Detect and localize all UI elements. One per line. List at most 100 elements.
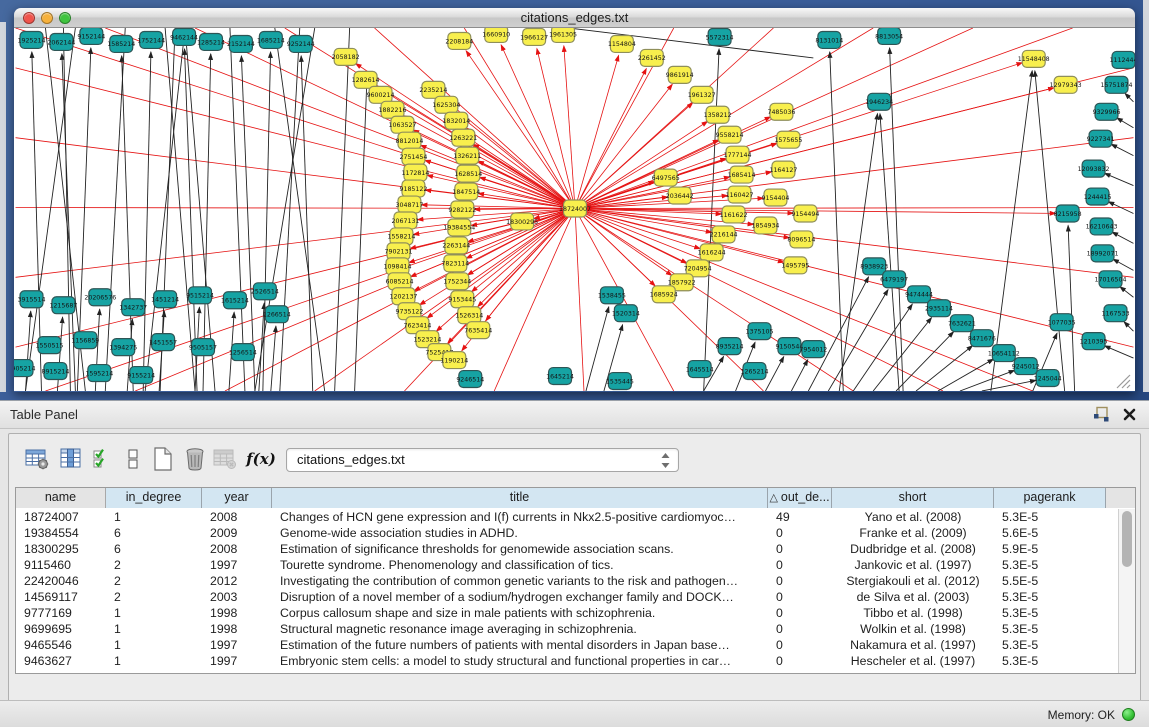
graph-node[interactable]: 1077035 — [1048, 314, 1076, 331]
select-columns-icon[interactable] — [57, 444, 85, 474]
graph-node[interactable]: 19384554 — [443, 219, 475, 236]
graph-node[interactable]: 9505157 — [189, 339, 217, 356]
graph-node[interactable]: 1154804 — [608, 35, 636, 52]
column-header-title[interactable]: title — [272, 488, 768, 508]
graph-node[interactable]: 1925214 — [18, 31, 46, 48]
graph-node[interactable]: 18992071 — [1087, 245, 1119, 262]
graph-node[interactable]: 1520314 — [612, 305, 640, 322]
graph-node[interactable]: 9246514 — [456, 371, 484, 388]
graph-node[interactable]: 1245044 — [1034, 370, 1062, 387]
graph-node[interactable]: 2261452 — [638, 49, 666, 66]
graph-node[interactable]: 1685924 — [650, 286, 678, 303]
column-header-in_degree[interactable]: in_degree — [106, 488, 202, 508]
memory-status-indicator-icon[interactable] — [1122, 708, 1135, 721]
graph-node[interactable]: 8935214 — [716, 338, 744, 355]
graph-node[interactable]: 15751874 — [1101, 76, 1133, 93]
graph-node[interactable]: 1358212 — [704, 106, 732, 123]
graph-node[interactable]: 8096514 — [787, 231, 815, 248]
graph-node[interactable]: 1256514 — [229, 344, 257, 361]
close-panel-icon[interactable] — [1122, 407, 1137, 422]
graph-node[interactable]: 1645214 — [546, 368, 574, 385]
graph-node[interactable]: 9329966 — [1093, 103, 1121, 120]
graph-node[interactable]: 1326211 — [453, 147, 481, 164]
graph-node[interactable]: 16210643 — [1086, 218, 1118, 235]
graph-node[interactable]: 9252144 — [287, 35, 315, 52]
table-row[interactable]: 1872400712008Changes of HCN gene express… — [16, 509, 1118, 525]
graph-node[interactable]: 2036442 — [666, 187, 694, 204]
graph-node[interactable]: 9282122 — [448, 201, 476, 218]
graph-node[interactable]: 1190214 — [440, 352, 468, 369]
graph-node[interactable]: 1595214 — [85, 365, 113, 382]
graph-node[interactable]: 1685214 — [257, 31, 285, 48]
graph-node[interactable]: 17016504 — [1095, 271, 1127, 288]
graph-node[interactable]: 1585214 — [107, 35, 135, 52]
vertical-scrollbar[interactable] — [1118, 509, 1135, 673]
table-row[interactable]: 1938455462009Genome-wide association stu… — [16, 525, 1118, 541]
table-row[interactable]: 977716911998Corpus callosum shape and si… — [16, 605, 1118, 621]
graph-node[interactable]: 7823114 — [441, 255, 469, 272]
column-header-pagerank[interactable]: pagerank — [994, 488, 1106, 508]
graph-node[interactable]: 1847514 — [452, 183, 480, 200]
graph-node[interactable]: 1375105 — [746, 323, 774, 340]
graph-node[interactable]: 2751454 — [399, 148, 427, 165]
column-header-year[interactable]: year — [202, 488, 272, 508]
graph-node[interactable]: 1550515 — [35, 337, 63, 354]
graph-node[interactable]: 9227341 — [1087, 130, 1115, 147]
graph-node[interactable]: 2062144 — [47, 33, 75, 50]
graph-node[interactable]: 7635414 — [464, 322, 492, 339]
graph-node[interactable]: 1063527 — [389, 116, 417, 133]
graph-node[interactable]: 1645514 — [686, 361, 714, 378]
table-row[interactable]: 911546021997Tourette syndrome. Phenomeno… — [16, 557, 1118, 573]
graph-node[interactable]: 1752344 — [443, 273, 471, 290]
graph-node[interactable]: 1172814 — [401, 164, 429, 181]
graph-node[interactable]: 2216144 — [710, 226, 738, 243]
graph-node[interactable]: 1538455 — [598, 287, 626, 304]
scrollbar-thumb[interactable] — [1122, 511, 1132, 567]
graph-node[interactable]: 9515214 — [186, 287, 214, 304]
graph-node[interactable]: 11548408 — [1018, 50, 1050, 67]
graph-node[interactable]: 8471676 — [968, 330, 996, 347]
graph-node[interactable]: 9558214 — [716, 126, 744, 143]
graph-node[interactable]: 2208184 — [445, 32, 473, 49]
graph-node[interactable]: 20206576 — [84, 289, 116, 306]
graph-node[interactable]: 1451557 — [149, 334, 177, 351]
column-header-short[interactable]: short — [832, 488, 994, 508]
float-panel-icon[interactable] — [1093, 406, 1110, 423]
graph-node[interactable]: 12093832 — [1078, 160, 1110, 177]
table-row[interactable]: 2242004622012Investigating the contribut… — [16, 573, 1118, 589]
column-header-out_de[interactable]: △out_de... — [768, 488, 832, 508]
graph-node[interactable]: 1263221 — [449, 129, 477, 146]
graph-node[interactable]: 1265214 — [741, 363, 769, 380]
table-row[interactable]: 1830029562008Estimation of significance … — [16, 541, 1118, 557]
resize-handle-icon[interactable] — [1115, 373, 1133, 389]
graph-node[interactable]: 9245012 — [1012, 358, 1040, 375]
graph-node[interactable]: 1495795 — [781, 257, 809, 274]
graph-node[interactable]: 18724007 — [559, 200, 591, 217]
graph-node[interactable]: 8813054 — [875, 28, 903, 44]
graph-node[interactable]: 1616244 — [698, 244, 726, 261]
function-builder-icon[interactable]: f(x) — [247, 444, 275, 474]
graph-node[interactable]: 2152144 — [227, 35, 255, 52]
graph-node[interactable]: 1615214 — [221, 292, 249, 309]
graph-node[interactable]: 1832014 — [442, 112, 470, 129]
graph-node[interactable]: 2263144 — [442, 237, 470, 254]
table-selector-dropdown[interactable]: citations_edges.txt — [286, 448, 679, 472]
graph-node[interactable]: 9185122 — [399, 180, 427, 197]
graph-node[interactable]: 3915514 — [18, 291, 46, 308]
graph-node[interactable]: 1112444 — [1110, 51, 1135, 68]
graph-node[interactable]: 1854934 — [752, 217, 780, 234]
graph-node[interactable]: 1161622 — [720, 206, 748, 223]
graph-node[interactable]: 1210395 — [1080, 333, 1108, 350]
graph-node[interactable]: 1394275 — [109, 339, 137, 356]
table-row[interactable]: 946554611997Estimation of the future num… — [16, 637, 1118, 653]
graph-node[interactable]: 1342737 — [119, 299, 147, 316]
graph-node[interactable]: 1777144 — [724, 146, 752, 163]
graph-node[interactable]: 1685414 — [728, 166, 756, 183]
graph-node[interactable]: 1244415 — [1084, 188, 1112, 205]
graph-node[interactable]: 1628514 — [454, 165, 482, 182]
row-height-icon[interactable] — [119, 444, 147, 474]
graph-node[interactable]: 1625304 — [432, 96, 460, 113]
graph-node[interactable]: 1961327 — [688, 86, 716, 103]
graph-node[interactable]: 1160427 — [726, 186, 754, 203]
table-row[interactable]: 1456911722003Disruption of a novel membe… — [16, 589, 1118, 605]
